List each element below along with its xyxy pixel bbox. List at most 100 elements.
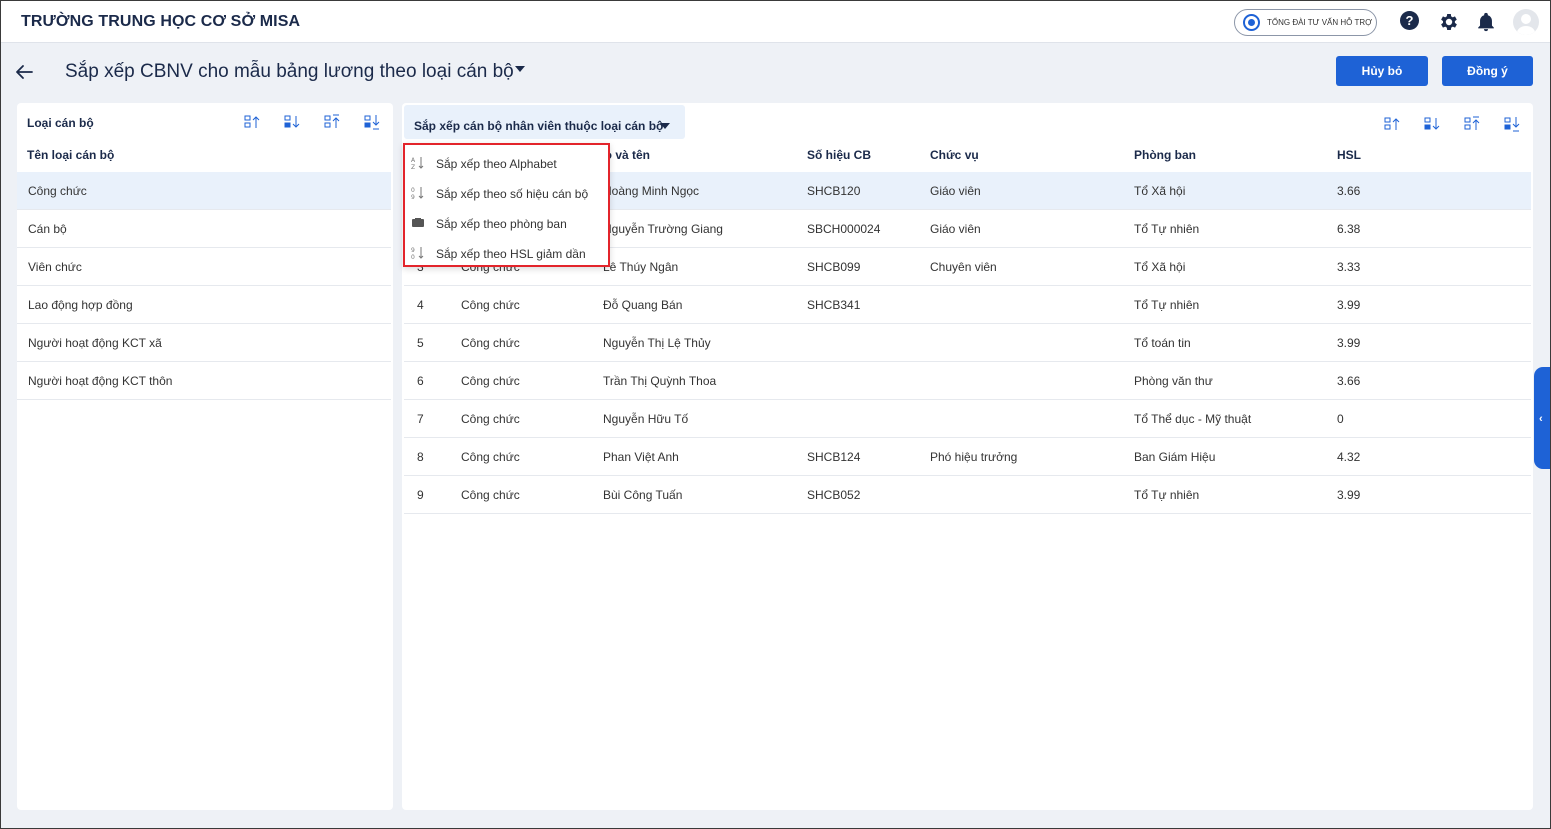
cell-code: SHCB120 [807, 184, 861, 198]
page-title: Sắp xếp CBNV cho mẫu bảng lương theo loạ… [65, 61, 514, 82]
table-row[interactable]: 9 Công chức Bùi Công Tuấn SHCB052 Tổ Tự nhiê… [404, 476, 1531, 514]
staff-type-item-label: Công chức [28, 184, 87, 198]
cell-position: Chuyên viên [930, 260, 997, 274]
staff-type-column-header: Tên loại cán bộ [27, 148, 115, 162]
left-sort-toolbar [243, 113, 383, 131]
cell-hsl: 6.38 [1337, 222, 1361, 236]
cell-type: Công chức [461, 336, 520, 350]
cell-code: SHCB052 [807, 488, 861, 502]
phone-support-icon [1243, 14, 1260, 31]
sort-menu-item-alphabet[interactable]: AZ Sắp xếp theo Alphabet [405, 147, 608, 177]
staff-type-item[interactable]: Người hoạt động KCT xã [17, 324, 391, 362]
cell-no: 4 [417, 298, 424, 312]
back-arrow-icon[interactable] [13, 61, 35, 83]
cell-department: Tổ Tự nhiên [1134, 222, 1200, 236]
cell-name: Nguyễn Trường Giang [603, 222, 723, 236]
move-top-icon[interactable] [1463, 115, 1481, 133]
sort-dropdown-button[interactable]: Sắp xếp cán bộ nhân viên thuộc loại cán … [404, 105, 685, 139]
cell-hsl: 3.99 [1337, 488, 1361, 502]
table-row[interactable]: 7 Công chức Nguyễn Hữu Tố Tổ Thể dục - Mỹ t… [404, 400, 1531, 438]
cell-no: 8 [417, 450, 424, 464]
sort-menu-label: Sắp xếp theo số hiệu cán bộ [436, 187, 589, 201]
svg-text:0: 0 [411, 187, 415, 194]
cell-no: 5 [417, 336, 424, 350]
hotline-label: TỔNG ĐÀI TƯ VẤN HỖ TRỢ [1267, 18, 1372, 27]
cancel-button[interactable]: Hủy bỏ [1336, 56, 1428, 86]
title-dropdown-caret-icon[interactable] [515, 66, 525, 72]
cell-department: Tổ toán tin [1134, 336, 1191, 350]
cell-department: Tổ Tự nhiên [1134, 298, 1200, 312]
school-name: TRƯỜNG TRUNG HỌC CƠ SỞ MISA [21, 13, 301, 30]
help-icon[interactable]: ? [1400, 11, 1422, 33]
move-bottom-icon[interactable] [363, 113, 381, 131]
department-icon [412, 218, 424, 227]
svg-text:9: 9 [411, 247, 415, 254]
cell-name: Lê Thúy Ngân [603, 260, 679, 274]
table-row[interactable]: 6 Công chức Trần Thị Quỳnh Thoa Phòng văn t… [404, 362, 1531, 400]
user-avatar[interactable] [1513, 9, 1539, 35]
table-row[interactable]: 4 Công chức Đỗ Quang Bán SHCB341 Tổ Tự nhiên… [404, 286, 1531, 324]
cell-name: Bùi Công Tuấn [603, 488, 683, 502]
move-bottom-icon[interactable] [1503, 115, 1521, 133]
svg-text:9: 9 [411, 194, 415, 200]
staff-type-item[interactable]: Cán bộ [17, 210, 391, 248]
cell-hsl: 4.32 [1337, 450, 1361, 464]
staff-type-item-label: Người hoạt động KCT thôn [28, 374, 173, 388]
staff-type-item-label: Lao động hợp đồng [28, 298, 133, 312]
cell-name: Trần Thị Quỳnh Thoa [603, 374, 717, 388]
cell-department: Ban Giám Hiệu [1134, 450, 1216, 464]
cell-name: Hoàng Minh Ngọc [603, 184, 700, 198]
staff-type-panel-title: Loại cán bộ [27, 116, 94, 130]
staff-type-panel: Loại cán bộ Tên loại cán bộ Công chức Cán… [17, 103, 393, 810]
cell-position: Phó hiệu trưởng [930, 450, 1018, 464]
staff-type-item[interactable]: Viên chức [17, 248, 391, 286]
cell-code: SHCB099 [807, 260, 861, 274]
svg-text:0: 0 [411, 254, 415, 260]
gear-icon[interactable] [1438, 11, 1460, 33]
cell-name: Nguyễn Hữu Tố [603, 412, 689, 426]
staff-type-item-label: Người hoạt động KCT xã [28, 336, 162, 350]
side-panel-toggle[interactable]: ‹ [1534, 367, 1550, 469]
staff-type-item[interactable]: Người hoạt động KCT thôn [17, 362, 391, 400]
table-row[interactable]: 5 Công chức Nguyễn Thị Lệ Thủy Tổ toán tin 3… [404, 324, 1531, 362]
staff-type-item[interactable]: Lao động hợp đồng [17, 286, 391, 324]
cell-position: Giáo viên [930, 222, 981, 236]
move-down-icon[interactable] [1423, 115, 1441, 133]
move-down-icon[interactable] [283, 113, 301, 131]
table-row[interactable]: 8 Công chức Phan Việt Anh SHCB124 Phó hiệu t… [404, 438, 1531, 476]
col-header-code[interactable]: Số hiệu CB [807, 148, 871, 162]
cell-code: SBCH000024 [807, 222, 881, 236]
sort-number-icon: 09 [411, 187, 424, 200]
move-up-icon[interactable] [243, 113, 261, 131]
sort-menu-item-code[interactable]: 09 Sắp xếp theo số hiệu cán bộ [405, 177, 608, 207]
svg-text:A: A [411, 157, 416, 164]
chevron-left-icon: ‹ [1539, 413, 1543, 425]
sort-desc-icon: 90 [411, 247, 424, 260]
sort-menu-item-hsl-desc[interactable]: 90 Sắp xếp theo HSL giảm dần [405, 237, 608, 267]
sort-menu-label: Sắp xếp theo phòng ban [436, 217, 567, 231]
ok-button[interactable]: Đồng ý [1442, 56, 1533, 86]
cell-no: 6 [417, 374, 424, 388]
cell-type: Công chức [461, 298, 520, 312]
col-header-department[interactable]: Phòng ban [1134, 148, 1196, 162]
staff-type-item[interactable]: Công chức [17, 172, 391, 210]
cell-department: Tổ Thể dục - Mỹ thuật [1134, 412, 1252, 426]
cell-type: Công chức [461, 412, 520, 426]
cell-department: Phòng văn thư [1134, 374, 1213, 388]
bell-icon[interactable] [1475, 11, 1497, 33]
col-header-position[interactable]: Chức vụ [930, 148, 979, 162]
sort-menu-label: Sắp xếp theo HSL giảm dần [436, 247, 586, 261]
cell-type: Công chức [461, 488, 520, 502]
move-top-icon[interactable] [323, 113, 341, 131]
cell-name: Nguyễn Thị Lệ Thủy [603, 336, 711, 350]
svg-text:Z: Z [411, 164, 415, 170]
sort-menu-item-department[interactable]: Sắp xếp theo phòng ban [405, 207, 608, 237]
cell-hsl: 3.66 [1337, 374, 1361, 388]
hotline-button[interactable]: TỔNG ĐÀI TƯ VẤN HỖ TRỢ [1234, 9, 1377, 36]
cell-type: Công chức [461, 374, 520, 388]
cell-name: Đỗ Quang Bán [603, 298, 683, 312]
col-header-hsl[interactable]: HSL [1337, 148, 1361, 162]
cell-hsl: 3.99 [1337, 336, 1361, 350]
move-up-icon[interactable] [1383, 115, 1401, 133]
cell-department: Tổ Tự nhiên [1134, 488, 1200, 502]
